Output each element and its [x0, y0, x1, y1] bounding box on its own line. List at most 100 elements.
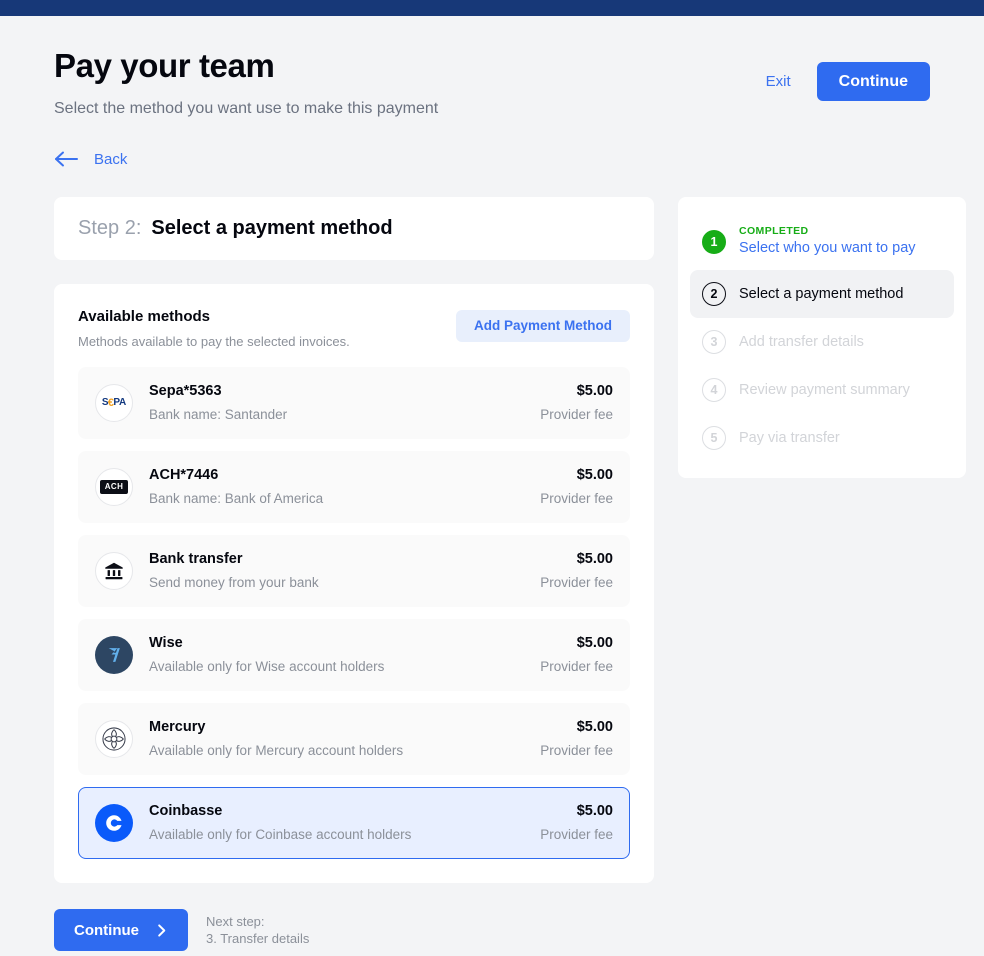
steps-card: 1 COMPLETED Select who you want to pay 2…	[678, 197, 966, 478]
chevron-right-icon	[155, 924, 168, 937]
method-amount: $5.00	[540, 465, 613, 485]
back-label: Back	[94, 151, 127, 168]
step-label-1: Select who you want to pay	[739, 238, 916, 258]
method-description: Available only for Mercury account holde…	[149, 741, 540, 761]
step-label-2: Select a payment method	[739, 284, 903, 304]
method-fee-label: Provider fee	[540, 825, 613, 845]
sepa-logo-icon: S€PA	[95, 384, 133, 422]
step-header-eyebrow: Step 2:	[78, 217, 141, 240]
step-header-card: Step 2: Select a payment method	[54, 197, 654, 260]
method-fee-label: Provider fee	[540, 405, 613, 425]
method-description: Available only for Wise account holders	[149, 657, 540, 677]
payment-method-row-ach[interactable]: ACH ACH*7446 Bank name: Bank of America …	[78, 451, 630, 523]
step-badge-4: 4	[702, 378, 726, 402]
method-price: $5.00 Provider fee	[540, 381, 613, 425]
main-column: Step 2: Select a payment method Availabl…	[54, 197, 654, 951]
methods-header-text: Available methods Methods available to p…	[78, 308, 350, 349]
payment-method-row-coinbase[interactable]: Coinbasse Available only for Coinbase ac…	[78, 787, 630, 859]
step-label-4: Review payment summary	[739, 380, 910, 400]
method-amount: $5.00	[540, 717, 613, 737]
method-text: Wise Available only for Wise account hol…	[149, 633, 540, 677]
method-fee-label: Provider fee	[540, 489, 613, 509]
method-description: Send money from your bank	[149, 573, 540, 593]
step-body-4: Review payment summary	[739, 380, 910, 400]
next-step-caption: Next step:	[206, 913, 309, 930]
method-description: Available only for Coinbase account hold…	[149, 825, 540, 845]
step-badge-5: 5	[702, 426, 726, 450]
step-label-3: Add transfer details	[739, 332, 864, 352]
method-text: ACH*7446 Bank name: Bank of America	[149, 465, 540, 509]
sidebar-step-5[interactable]: 5 Pay via transfer	[690, 414, 954, 462]
step-header-title: Select a payment method	[151, 217, 392, 240]
method-text: Mercury Available only for Mercury accou…	[149, 717, 540, 761]
method-fee-label: Provider fee	[540, 741, 613, 761]
method-price: $5.00 Provider fee	[540, 465, 613, 509]
page-header: Pay your team Select the method you want…	[54, 16, 930, 119]
method-price: $5.00 Provider fee	[540, 633, 613, 677]
method-name: ACH*7446	[149, 465, 540, 485]
sidebar-step-3[interactable]: 3 Add transfer details	[690, 318, 954, 366]
payment-method-row-bank-transfer[interactable]: Bank transfer Send money from your bank …	[78, 535, 630, 607]
step-body-3: Add transfer details	[739, 332, 864, 352]
available-methods-subtitle: Methods available to pay the selected in…	[78, 334, 350, 349]
method-name: Coinbasse	[149, 801, 540, 821]
payment-method-list: S€PA Sepa*5363 Bank name: Santander $5.0…	[78, 367, 630, 859]
step-badge-2: 2	[702, 282, 726, 306]
top-app-bar	[0, 0, 984, 16]
bank-building-icon	[95, 552, 133, 590]
sidebar-step-4[interactable]: 4 Review payment summary	[690, 366, 954, 414]
step-body-1: COMPLETED Select who you want to pay	[739, 225, 916, 258]
methods-header: Available methods Methods available to p…	[78, 308, 630, 349]
coinbase-logo-icon	[95, 804, 133, 842]
ach-logo-icon: ACH	[95, 468, 133, 506]
next-step-value: 3. Transfer details	[206, 930, 309, 947]
content-columns: Step 2: Select a payment method Availabl…	[54, 197, 930, 951]
sidebar-step-1[interactable]: 1 COMPLETED Select who you want to pay	[690, 213, 954, 270]
payment-method-row-mercury[interactable]: Mercury Available only for Mercury accou…	[78, 703, 630, 775]
step-badge-1: 1	[702, 230, 726, 254]
method-text: Sepa*5363 Bank name: Santander	[149, 381, 540, 425]
step-body-2: Select a payment method	[739, 284, 903, 304]
method-description: Bank name: Bank of America	[149, 489, 540, 509]
header-actions: Exit Continue	[762, 46, 930, 101]
arrow-left-icon	[54, 149, 80, 169]
method-amount: $5.00	[540, 633, 613, 653]
step-badge-3: 3	[702, 330, 726, 354]
method-name: Mercury	[149, 717, 540, 737]
exit-button[interactable]: Exit	[762, 67, 795, 96]
add-payment-method-button[interactable]: Add Payment Method	[456, 310, 630, 342]
available-methods-title: Available methods	[78, 308, 350, 325]
continue-button-top[interactable]: Continue	[817, 62, 930, 101]
method-amount: $5.00	[540, 801, 613, 821]
page-container: Pay your team Select the method you want…	[0, 16, 984, 951]
payment-method-row-sepa[interactable]: S€PA Sepa*5363 Bank name: Santander $5.0…	[78, 367, 630, 439]
steps-column: 1 COMPLETED Select who you want to pay 2…	[678, 197, 966, 478]
method-fee-label: Provider fee	[540, 657, 613, 677]
step-status-badge-1: COMPLETED	[739, 225, 916, 238]
method-name: Wise	[149, 633, 540, 653]
payment-method-row-wise[interactable]: Wise Available only for Wise account hol…	[78, 619, 630, 691]
page-title: Pay your team	[54, 46, 438, 86]
method-amount: $5.00	[540, 381, 613, 401]
step-body-5: Pay via transfer	[739, 428, 840, 448]
method-text: Bank transfer Send money from your bank	[149, 549, 540, 593]
method-price: $5.00 Provider fee	[540, 801, 613, 845]
continue-button-bottom[interactable]: Continue	[54, 909, 188, 951]
method-description: Bank name: Santander	[149, 405, 540, 425]
step-label-5: Pay via transfer	[739, 428, 840, 448]
method-price: $5.00 Provider fee	[540, 717, 613, 761]
available-methods-card: Available methods Methods available to p…	[54, 284, 654, 883]
sidebar-step-2[interactable]: 2 Select a payment method	[690, 270, 954, 318]
wise-logo-icon	[95, 636, 133, 674]
page-subtitle: Select the method you want use to make t…	[54, 99, 438, 119]
method-name: Sepa*5363	[149, 381, 540, 401]
method-text: Coinbasse Available only for Coinbase ac…	[149, 801, 540, 845]
title-block: Pay your team Select the method you want…	[54, 46, 438, 119]
method-name: Bank transfer	[149, 549, 540, 569]
footer-actions: Continue Next step: 3. Transfer details	[54, 909, 654, 951]
method-price: $5.00 Provider fee	[540, 549, 613, 593]
continue-button-bottom-label: Continue	[74, 922, 139, 939]
next-step-info: Next step: 3. Transfer details	[206, 913, 309, 947]
back-button[interactable]: Back	[54, 149, 127, 169]
method-fee-label: Provider fee	[540, 573, 613, 593]
